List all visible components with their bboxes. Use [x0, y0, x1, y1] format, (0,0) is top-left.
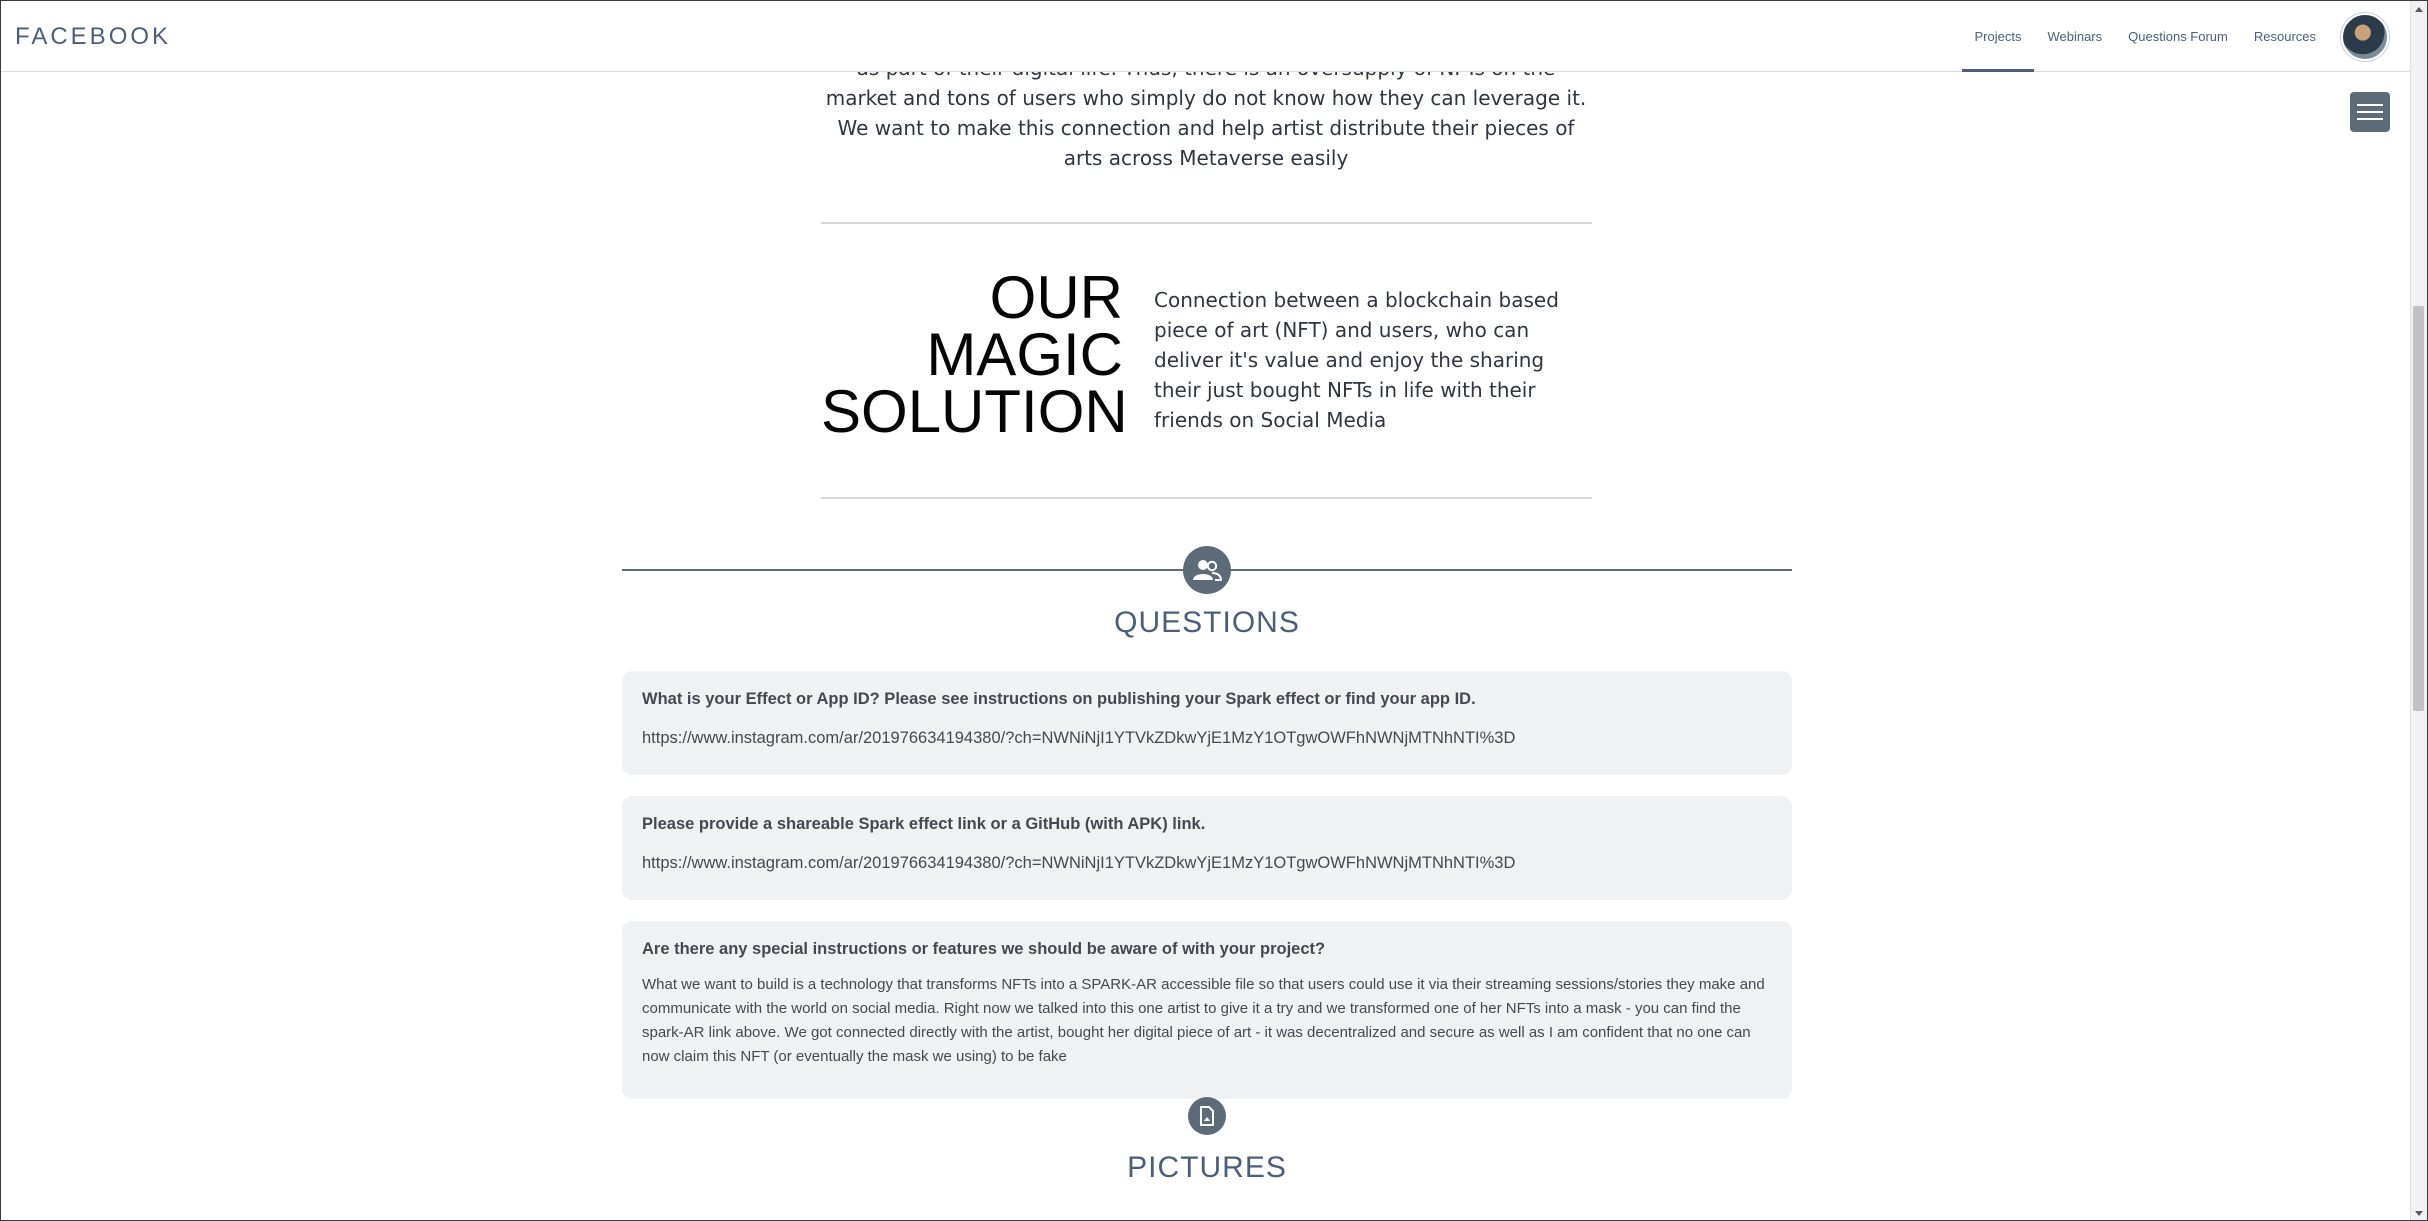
question-card: What is your Effect or App ID? Please se…: [622, 671, 1792, 775]
solution-title-line: SOLUTION: [821, 378, 1128, 445]
document-image-icon: [1188, 1097, 1226, 1135]
pictures-heading: PICTURES: [1127, 1151, 1287, 1184]
user-avatar[interactable]: [2341, 13, 2389, 61]
top-navbar: FACEBOOK Projects Webinars Questions For…: [1, 1, 2411, 72]
nav-item-webinars[interactable]: Webinars: [2034, 1, 2115, 71]
hamburger-menu-icon[interactable]: [2350, 92, 2390, 132]
users-icon: [1183, 546, 1231, 594]
question-card: Please provide a shareable Spark effect …: [622, 796, 1792, 900]
solution-title-line: MAGIC: [926, 321, 1123, 388]
question-label: Are there any special instructions or fe…: [642, 940, 1326, 958]
questions-heading: QUESTIONS: [1114, 606, 1300, 639]
question-card: Are there any special instructions or fe…: [622, 921, 1792, 1099]
divider: [821, 222, 1592, 224]
nav-item-resources[interactable]: Resources: [2241, 1, 2329, 71]
page-content: as part of their digital life. Thus, the…: [1, 1, 2411, 1220]
question-answer: What we want to build is a technology th…: [642, 976, 1765, 1065]
main-nav: Projects Webinars Questions Forum Resour…: [1961, 1, 2412, 72]
divider: [821, 497, 1592, 499]
question-answer: https://www.instagram.com/ar/20197663419…: [642, 729, 1516, 747]
browser-viewport: as part of their digital life. Thus, the…: [0, 0, 2428, 1221]
question-label: Please provide a shareable Spark effect …: [642, 815, 1206, 833]
solution-description: Connection between a blockchain based pi…: [1154, 288, 1559, 432]
solution-title-line: OUR: [989, 264, 1123, 331]
solution-title: OUR MAGIC SOLUTION: [821, 264, 1128, 445]
question-answer: https://www.instagram.com/ar/20197663419…: [642, 854, 1516, 872]
scrollbar-thumb[interactable]: [2413, 306, 2424, 711]
scroll-up-arrow-icon[interactable]: [2415, 7, 2423, 12]
vertical-scrollbar[interactable]: [2410, 1, 2427, 1220]
brand-logo[interactable]: FACEBOOK: [15, 23, 171, 51]
nav-item-projects[interactable]: Projects: [1961, 1, 2035, 72]
scroll-down-arrow-icon[interactable]: [2415, 1211, 2423, 1216]
nav-item-questions-forum[interactable]: Questions Forum: [2115, 1, 2241, 71]
question-label: What is your Effect or App ID? Please se…: [642, 690, 1476, 708]
